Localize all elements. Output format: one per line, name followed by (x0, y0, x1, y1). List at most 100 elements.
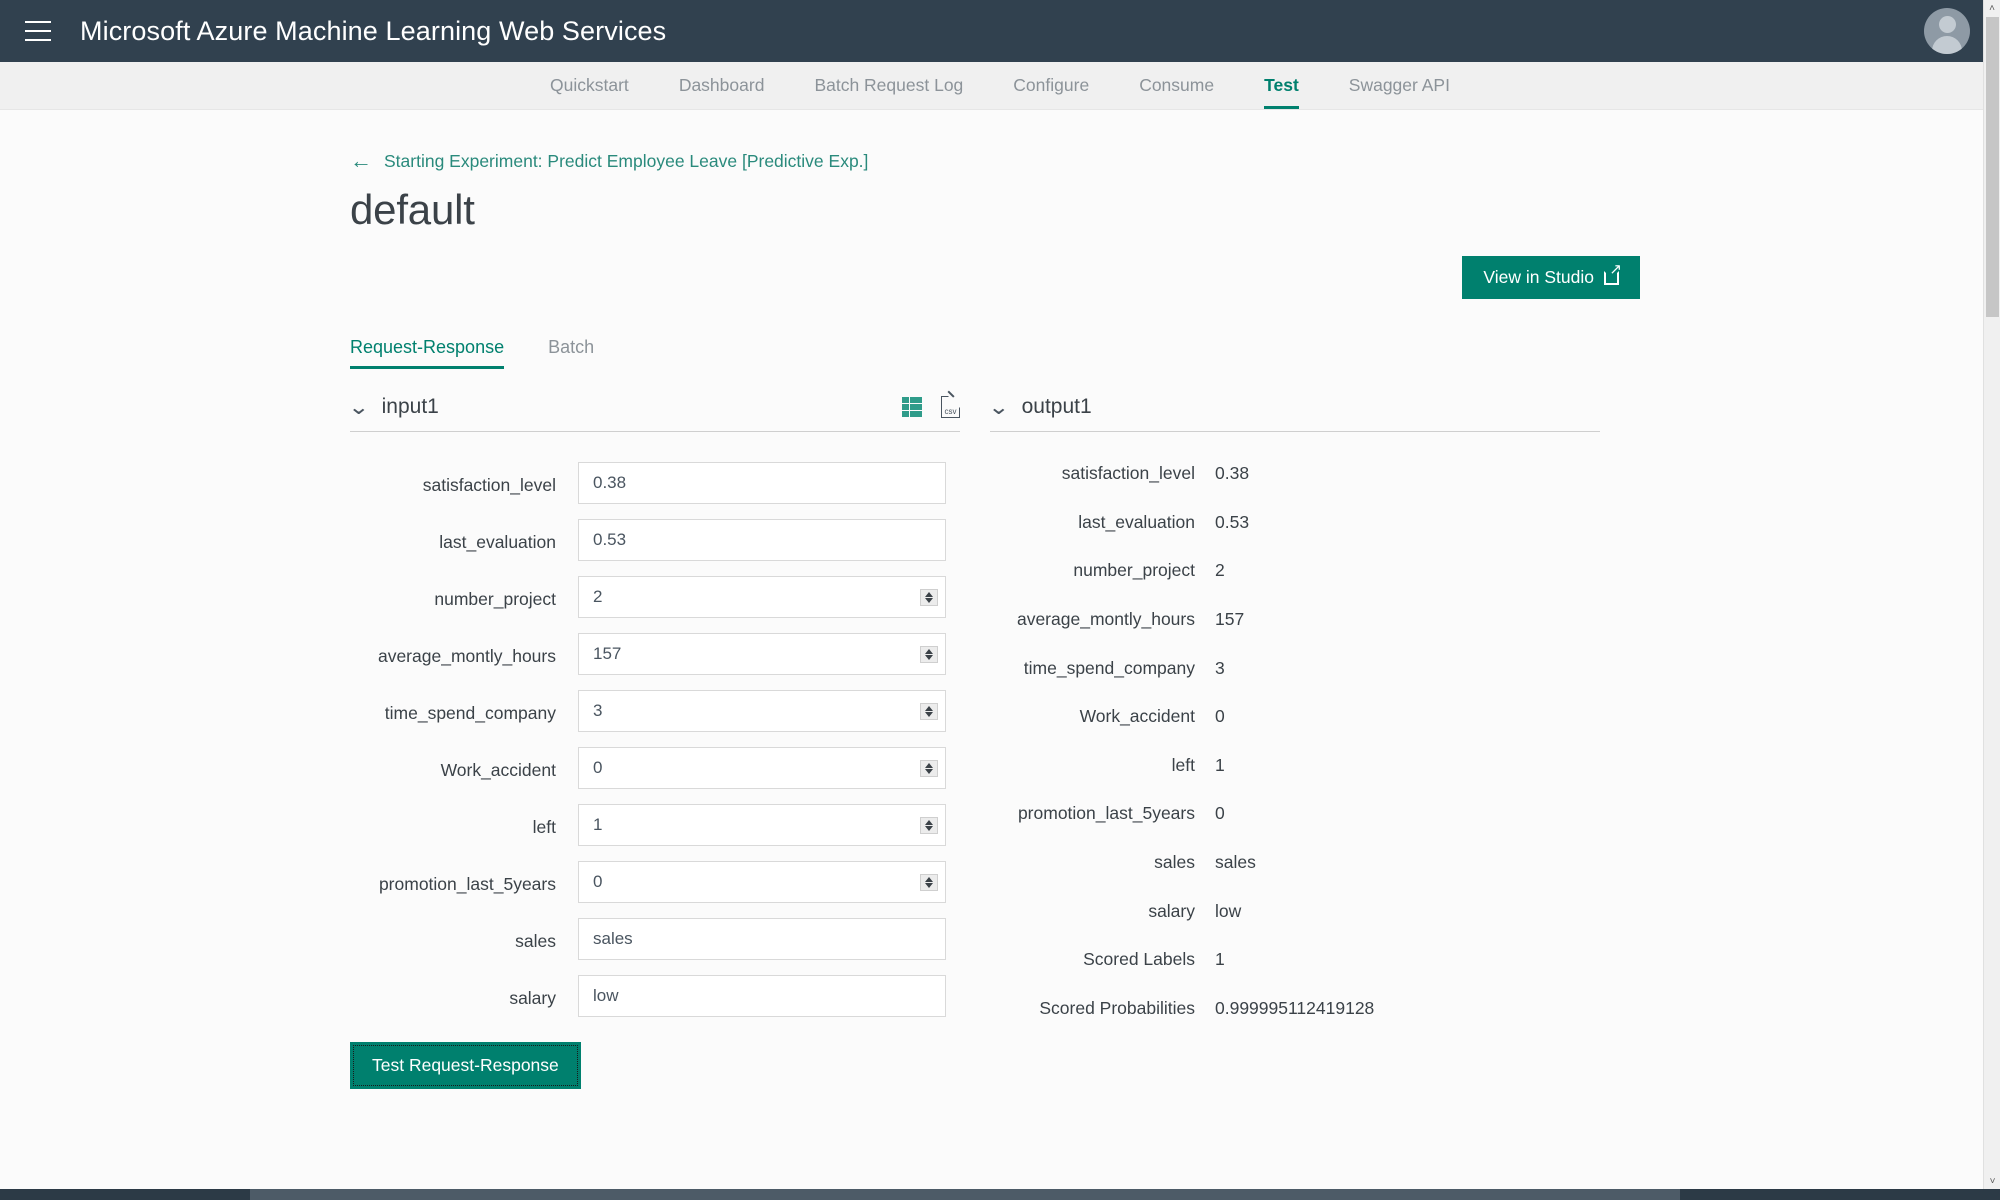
input-wrapper-left (578, 804, 946, 846)
nav-tab-consume[interactable]: Consume (1114, 62, 1239, 109)
input-field-row: number_project (350, 576, 960, 618)
spinner-up-icon[interactable] (925, 820, 933, 825)
spinner-up-icon[interactable] (925, 649, 933, 654)
input-field-row: left (350, 804, 960, 846)
input-label-last_evaluation: last_evaluation (439, 532, 556, 552)
chevron-down-icon[interactable]: ⌄ (988, 397, 1010, 418)
spinner-down-icon[interactable] (925, 826, 933, 831)
output-row: Work_accident 0 (990, 705, 1600, 729)
chevron-down-icon[interactable]: ⌄ (348, 397, 370, 418)
input-field-row: promotion_last_5years (350, 861, 960, 903)
input-wrapper-sales (578, 918, 946, 960)
output-row: left 1 (990, 754, 1600, 778)
output-row: promotion_last_5years 0 (990, 802, 1600, 826)
spinner-down-icon[interactable] (925, 883, 933, 888)
top-bar: Microsoft Azure Machine Learning Web Ser… (0, 0, 2000, 62)
spinner-down-icon[interactable] (925, 598, 933, 603)
app-title: Microsoft Azure Machine Learning Web Ser… (80, 15, 667, 46)
spinner-number_project[interactable] (920, 589, 938, 606)
horizontal-scroll-thumb[interactable] (250, 1189, 1680, 1200)
output-label-time_spend_company: time_spend_company (1023, 657, 1195, 678)
input-wrapper-salary (578, 975, 946, 1017)
hamburger-bar (25, 21, 51, 23)
breadcrumb[interactable]: ← Starting Experiment: Predict Employee … (350, 150, 1970, 172)
subtab-batch[interactable]: Batch (548, 337, 608, 369)
nav-tab-swagger-api[interactable]: Swagger API (1324, 62, 1475, 109)
output-value-promotion_last_5years: 0 (1215, 803, 1225, 824)
output-label-last_evaluation: last_evaluation (1078, 511, 1195, 532)
user-avatar-icon[interactable] (1924, 8, 1970, 54)
spinner-up-icon[interactable] (925, 877, 933, 882)
spinner-up-icon[interactable] (925, 592, 933, 597)
output-label-sales: sales (1154, 852, 1195, 872)
form-view-icon[interactable] (902, 397, 923, 417)
output-value-sales: sales (1215, 852, 1256, 872)
output-panel: ⌄ output1 satisfaction_level 0.38 last_eva… (988, 395, 1600, 1089)
spinner-down-icon[interactable] (925, 769, 933, 774)
output-row: time_spend_company 3 (990, 657, 1600, 681)
input-last_evaluation[interactable] (578, 519, 946, 561)
output-row: satisfaction_level 0.38 (990, 462, 1600, 486)
output-value-average_montly_hours: 157 (1215, 608, 1245, 629)
spinner-left[interactable] (920, 817, 938, 834)
input-label-number_project: number_project (434, 589, 556, 609)
horizontal-scrollbar[interactable] (0, 1189, 2000, 1200)
output-value-Scored-Labels: 1 (1215, 949, 1225, 970)
back-arrow-icon[interactable]: ← (350, 150, 372, 172)
input-field-row: time_spend_company (350, 690, 960, 732)
view-in-studio-button[interactable]: View in Studio (1462, 256, 1640, 299)
output-label-satisfaction_level: satisfaction_level (1061, 463, 1195, 483)
input-wrapper-last_evaluation (578, 519, 946, 561)
test-request-response-button[interactable]: Test Request-Response (350, 1042, 581, 1089)
spinner-time_spend_company[interactable] (920, 703, 938, 720)
scroll-up-arrow-icon[interactable]: ˄ (1984, 0, 2000, 17)
spinner-Work_accident[interactable] (920, 760, 938, 777)
spinner-average_montly_hours[interactable] (920, 646, 938, 663)
output-list: satisfaction_level 0.38 last_evaluation 0.5… (990, 432, 1600, 1021)
input-field-row: average_montly_hours (350, 633, 960, 675)
output-row: sales sales (990, 851, 1600, 875)
nav-tab-dashboard[interactable]: Dashboard (654, 62, 790, 109)
nav-tab-batch-request-log[interactable]: Batch Request Log (789, 62, 988, 109)
input-time_spend_company[interactable] (578, 690, 946, 732)
input-average_montly_hours[interactable] (578, 633, 946, 675)
vertical-scroll-thumb[interactable] (1986, 17, 1999, 317)
output-value-left: 1 (1215, 754, 1225, 775)
input-sales[interactable] (578, 918, 946, 960)
spinner-up-icon[interactable] (925, 706, 933, 711)
nav-tab-configure[interactable]: Configure (988, 62, 1114, 109)
spinner-promotion_last_5years[interactable] (920, 874, 938, 891)
input-Work_accident[interactable] (578, 747, 946, 789)
subtab-request-response[interactable]: Request-Response (350, 337, 518, 369)
input-panel: ⌄ input1 csv satisfaction_level last_eval… (348, 395, 961, 1089)
input-number_project[interactable] (578, 576, 946, 618)
breadcrumb-label[interactable]: Starting Experiment: Predict Employee Le… (384, 151, 868, 172)
input-promotion_last_5years[interactable] (578, 861, 946, 903)
output-panel-title: output1 (1021, 395, 1092, 418)
nav-tab-list: Quickstart Dashboard Batch Request Log Conf… (525, 62, 1475, 109)
input-label-promotion_last_5years: promotion_last_5years (378, 874, 556, 894)
nav-tab-test[interactable]: Test (1239, 62, 1324, 109)
input-satisfaction_level[interactable] (578, 462, 946, 504)
csv-view-icon[interactable]: csv (941, 395, 961, 418)
input-field-row: sales (350, 918, 960, 960)
input-wrapper-Work_accident (578, 747, 946, 789)
input-label-left: left (532, 817, 556, 837)
input-wrapper-number_project (578, 576, 946, 618)
spinner-up-icon[interactable] (925, 763, 933, 768)
scroll-down-arrow-icon[interactable]: ˅ (1984, 1173, 2000, 1190)
input-panel-title: input1 (381, 395, 439, 418)
spinner-down-icon[interactable] (925, 655, 933, 660)
spinner-down-icon[interactable] (925, 712, 933, 717)
input-form: satisfaction_level last_evaluation number_… (350, 432, 960, 1017)
input-left[interactable] (578, 804, 946, 846)
input-label-sales: sales (515, 931, 556, 951)
input-field-row: satisfaction_level (350, 462, 960, 504)
output-value-time_spend_company: 3 (1215, 657, 1225, 678)
input-salary[interactable] (578, 975, 946, 1017)
hamburger-icon[interactable] (16, 9, 60, 53)
studio-button-row: View in Studio (350, 256, 1970, 299)
vertical-scrollbar[interactable]: ˄ ˅ (1983, 0, 2000, 1190)
input-field-row: last_evaluation (350, 519, 960, 561)
nav-tab-quickstart[interactable]: Quickstart (525, 62, 654, 109)
